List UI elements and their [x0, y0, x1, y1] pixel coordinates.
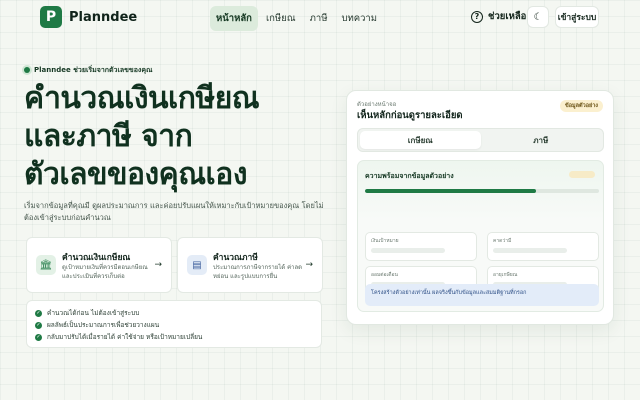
field-target-money: เงินเป้าหมาย: [365, 232, 477, 261]
feature-desc: ดูเป้าหมายเงินที่ควรมีตอนเกษียณ และประเม…: [62, 264, 148, 280]
logo-mark-icon: P: [40, 6, 62, 28]
field-label: เงินเป้าหมาย: [371, 238, 399, 244]
hero-headline: คำนวณเงินเกษียณ และภาษี จาก ตัวเลขของคุณ…: [24, 80, 260, 194]
preview-title: เห็นหลักก่อนดูรายละเอียด: [357, 110, 463, 121]
list-item: ✓ ผลลัพธ์เป็นประมาณการเพื่อช่วยวางแผน: [35, 319, 313, 331]
status-chip: [569, 171, 595, 178]
feature-title: คำนวณเงินเกษียณ: [62, 253, 131, 263]
hero-subtext: เริ่มจากข้อมูลที่คุณมี ดูผลประมาณการ และ…: [24, 201, 324, 222]
check-icon: ✓: [35, 333, 42, 341]
list-item: ✓ คำนวณได้ก่อน ไม่ต้องเข้าสู่ระบบ: [35, 307, 313, 319]
brand-name: Planndee: [69, 9, 138, 25]
list-item-text: ผลลัพธ์เป็นประมาณการเพื่อช่วยวางแผน: [47, 321, 160, 329]
tax-calculator-card[interactable]: ▤ คำนวณภาษี ประมาณการภาษีจากรายได้ ค่าลด…: [177, 237, 323, 293]
field-expected: คาดว่ามี: [487, 232, 599, 261]
list-item-text: คำนวณได้ก่อน ไม่ต้องเข้าสู่ระบบ: [47, 309, 140, 317]
question-icon: ?: [471, 10, 483, 23]
headline-line-2: และภาษี จาก: [24, 119, 193, 154]
preview-tabs: เกษียณ ภาษี: [357, 128, 604, 152]
feature-title: คำนวณภาษี: [213, 253, 258, 263]
hero-pill-text: Planndee ช่วยเริ่มจากตัวเลขของคุณ: [34, 65, 153, 74]
check-icon: ✓: [35, 321, 42, 329]
top-nav: P Planndee หน้าหลัก เกษียณ ภาษี บทความ ?…: [0, 0, 640, 36]
arrow-right-icon: →: [305, 260, 313, 270]
dashboard-preview-card: ตัวอย่างหน้าจอ เห็นหลักก่อนดูรายละเอียด …: [346, 90, 614, 325]
disclaimer-note: โครงสร้างตัวอย่างเท่านั้น ผลจริงขึ้นกับข…: [365, 284, 599, 306]
benefits-checklist: ✓ คำนวณได้ก่อน ไม่ต้องเข้าสู่ระบบ ✓ ผลลั…: [26, 300, 322, 348]
nav-link-retirement[interactable]: เกษียณ: [260, 6, 302, 31]
preview-panel: ความพร้อมจากข้อมูลตัวอย่าง เงินเป้าหมาย …: [357, 160, 604, 312]
brand-logo[interactable]: P Planndee: [40, 6, 137, 28]
tab-retirement[interactable]: เกษียณ: [360, 131, 481, 149]
field-placeholder: [371, 248, 445, 253]
field-placeholder: [493, 248, 567, 253]
document-icon: ▤: [187, 255, 207, 275]
help-label: ช่วยเหลือ: [488, 11, 527, 22]
field-label: ออมต่อเดือน: [371, 272, 398, 278]
progress-fill: [365, 189, 536, 193]
login-button[interactable]: เข้าสู่ระบบ: [555, 6, 599, 28]
theme-toggle-button[interactable]: ☾: [527, 6, 549, 28]
bank-icon: 🏛: [36, 255, 56, 275]
nav-link-tax[interactable]: ภาษี: [304, 6, 334, 31]
field-label: คาดว่ามี: [493, 238, 512, 244]
help-link[interactable]: ? ช่วยเหลือ: [471, 9, 526, 24]
headline-line-3: ตัวเลขของคุณเอง: [24, 157, 247, 192]
dot-icon: [24, 67, 30, 73]
check-icon: ✓: [35, 309, 42, 317]
headline-line-1: คำนวณเงินเกษียณ: [24, 81, 260, 116]
retirement-calculator-card[interactable]: 🏛 คำนวณเงินเกษียณ ดูเป้าหมายเงินที่ควรมี…: [26, 237, 172, 293]
readiness-progress-bar: [365, 189, 599, 193]
nav-link-articles[interactable]: บทความ: [335, 6, 383, 31]
list-item-text: กลับมาปรับได้เมื่อรายได้ ค่าใช้จ่าย หรือ…: [47, 333, 203, 341]
feature-desc: ประมาณการภาษีจากรายได้ ค่าลดหย่อน และรูป…: [213, 264, 303, 280]
nav-links: หน้าหลัก เกษียณ ภาษี บทความ: [210, 6, 385, 31]
arrow-right-icon: →: [154, 260, 162, 270]
list-item: ✓ กลับมาปรับได้เมื่อรายได้ ค่าใช้จ่าย หร…: [35, 331, 313, 343]
tab-tax[interactable]: ภาษี: [481, 131, 602, 149]
panel-title: ความพร้อมจากข้อมูลตัวอย่าง: [365, 172, 454, 180]
moon-icon: ☾: [533, 11, 543, 23]
field-label: อายุเกษียณ: [493, 272, 518, 278]
nav-link-home[interactable]: หน้าหลัก: [210, 6, 258, 31]
hero-pill: Planndee ช่วยเริ่มจากตัวเลขของคุณ: [24, 64, 153, 76]
sample-data-badge: ข้อมูลตัวอย่าง: [559, 100, 603, 112]
